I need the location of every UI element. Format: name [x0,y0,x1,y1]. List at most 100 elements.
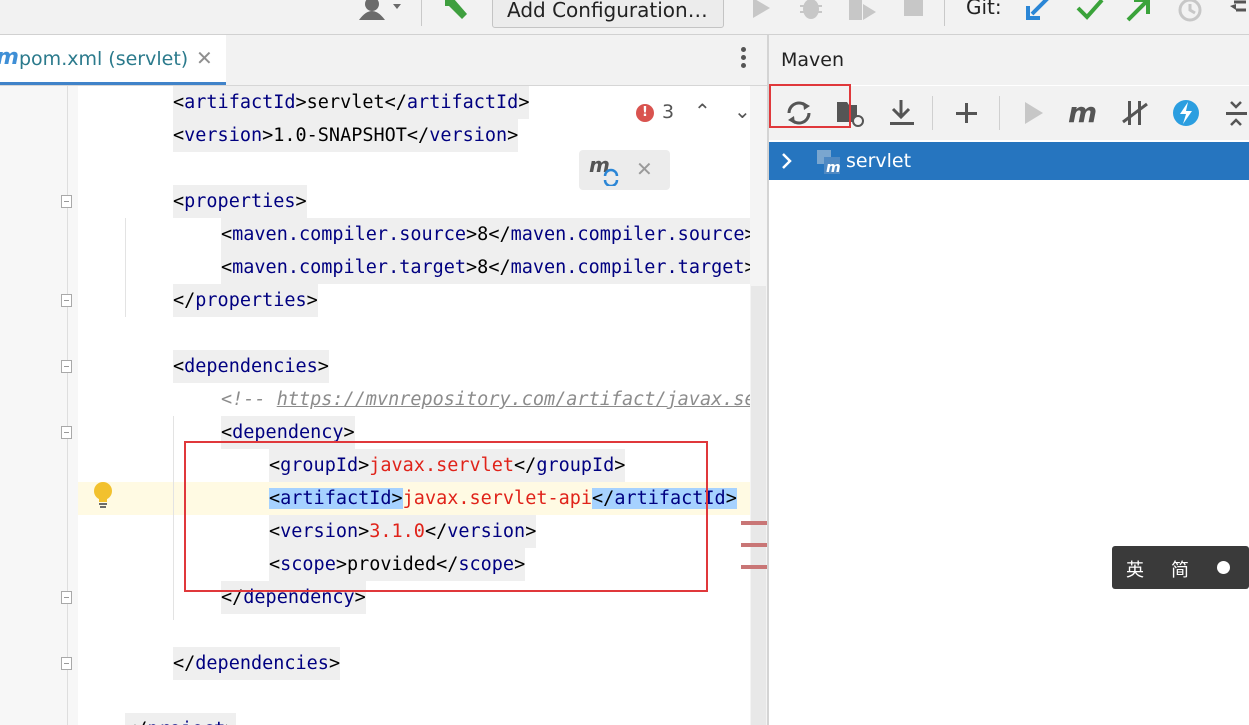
code-line[interactable] [78,317,750,350]
code-token: properties [195,290,307,311]
fold-marker-icon[interactable] [61,591,72,604]
code-token: version [429,125,508,146]
svg-text:m: m [1068,96,1097,129]
code-token: < [173,92,185,113]
git-commit-icon[interactable] [1074,0,1106,24]
close-icon[interactable]: ✕ [196,46,213,70]
tab-pom-xml[interactable]: m pom.xml (servlet) ✕ [0,35,226,85]
code-line[interactable]: <maven.compiler.source>8</maven.compiler… [78,218,750,251]
maven-reload-icon[interactable]: m [589,154,623,186]
chevron-right-icon[interactable] [779,150,793,172]
code-token: maven.compiler.source [510,224,745,245]
indent-guide [173,416,174,620]
more-vertical-icon[interactable] [735,47,751,73]
code-token: >servlet</ [295,92,407,113]
code-token: < [221,224,233,245]
fold-marker-icon[interactable] [61,294,72,307]
run-goal-icon[interactable] [1021,96,1047,130]
code-token: > [518,92,530,113]
code-token: < [173,125,185,146]
code-token: >8</ [466,257,511,278]
code-token: maven.compiler.target [510,257,745,278]
git-label: Git: [966,0,1002,19]
run-icon[interactable] [750,0,772,22]
code-line[interactable] [78,680,750,713]
build-hammer-icon[interactable] [440,0,470,22]
rollback-icon[interactable] [1226,0,1249,24]
execute-goal-icon[interactable]: m [1067,96,1101,130]
coverage-icon[interactable] [846,0,878,24]
code-token: artifactId [184,92,296,113]
maven-module-icon: m [817,150,841,176]
code-token: dependencies [184,356,318,377]
code-token: > [225,719,236,725]
code-token: > [507,125,519,146]
code-token: </ [125,719,147,725]
close-icon[interactable]: ✕ [636,157,653,181]
code-token: </ [173,653,196,674]
git-update-icon[interactable] [1024,0,1052,24]
git-push-icon[interactable] [1124,0,1152,24]
code-token: version [184,125,263,146]
error-icon[interactable]: ! [636,104,654,122]
code-token: > [317,356,329,377]
debug-icon[interactable] [798,0,824,22]
code-token: < [173,356,185,377]
error-count[interactable]: 3 [662,101,674,123]
user-icon[interactable] [356,0,408,24]
code-line[interactable]: <maven.compiler.target>8</maven.compiler… [78,251,750,284]
code-token: > [306,290,318,311]
code-token: artifactId [406,92,519,113]
fold-marker-icon[interactable] [61,657,72,670]
code-line[interactable]: <dependencies> [78,350,750,383]
code-token: < [173,191,185,212]
code-line[interactable]: </dependencies> [78,647,750,680]
code-token: > [328,653,341,674]
code-line[interactable]: </properties> [78,284,750,317]
code-line[interactable]: </project> [78,713,750,725]
collapse-all-icon[interactable] [1224,96,1249,130]
indent-guide [125,218,126,317]
lightbulb-icon[interactable] [92,481,114,509]
tree-item-label: servlet [846,150,912,172]
fold-marker-icon[interactable] [61,426,72,439]
toggle-offline-icon[interactable] [1120,96,1150,130]
error-stripe-mark[interactable] [741,543,767,547]
add-configuration-button[interactable]: Add Configuration… [492,0,724,28]
annotation-highlight-box [184,441,708,592]
code-token: < [221,257,233,278]
maven-project-tree[interactable]: m servlet [769,140,1249,725]
tree-item-servlet[interactable]: m servlet [769,142,1249,180]
editor-scrollbar[interactable] [750,86,767,725]
ime-language-mode[interactable]: 英 [1126,556,1144,582]
skip-tests-icon[interactable] [1171,96,1201,130]
chevron-down-icon[interactable]: ⌄ [734,99,751,123]
code-line[interactable] [78,614,750,647]
code-line[interactable]: <version>1.0-SNAPSHOT</version> [78,119,750,152]
error-stripe-mark[interactable] [741,521,767,525]
code-line[interactable]: <!-- https://mvnrepository.com/artifact/… [78,383,750,416]
fold-marker-icon[interactable] [61,360,72,373]
code-token: dependency [232,422,344,443]
ime-script-mode[interactable]: 简 [1171,556,1189,582]
stop-icon[interactable] [902,0,926,20]
code-token: properties [184,191,296,212]
code-token: project [147,719,225,725]
code-token: < [221,422,233,443]
code-token: >8</ [466,224,511,245]
add-project-icon[interactable] [954,96,980,130]
code-token: > [725,488,737,509]
maven-load-changes-popup: m ✕ [579,150,670,190]
history-icon[interactable] [1176,0,1204,24]
svg-text:m: m [826,160,841,176]
download-icon[interactable] [886,96,918,130]
chevron-up-icon[interactable]: ⌃ [694,99,711,123]
annotation-highlight-box [769,84,851,128]
ime-settings-icon[interactable] [1217,561,1230,574]
error-stripe-mark[interactable] [741,565,767,569]
fold-marker-icon[interactable] [61,195,72,208]
ime-indicator[interactable]: 英 简 [1112,546,1249,589]
code-token: > [295,191,307,212]
code-token: <!-- [221,389,277,410]
code-token: > [343,422,355,443]
